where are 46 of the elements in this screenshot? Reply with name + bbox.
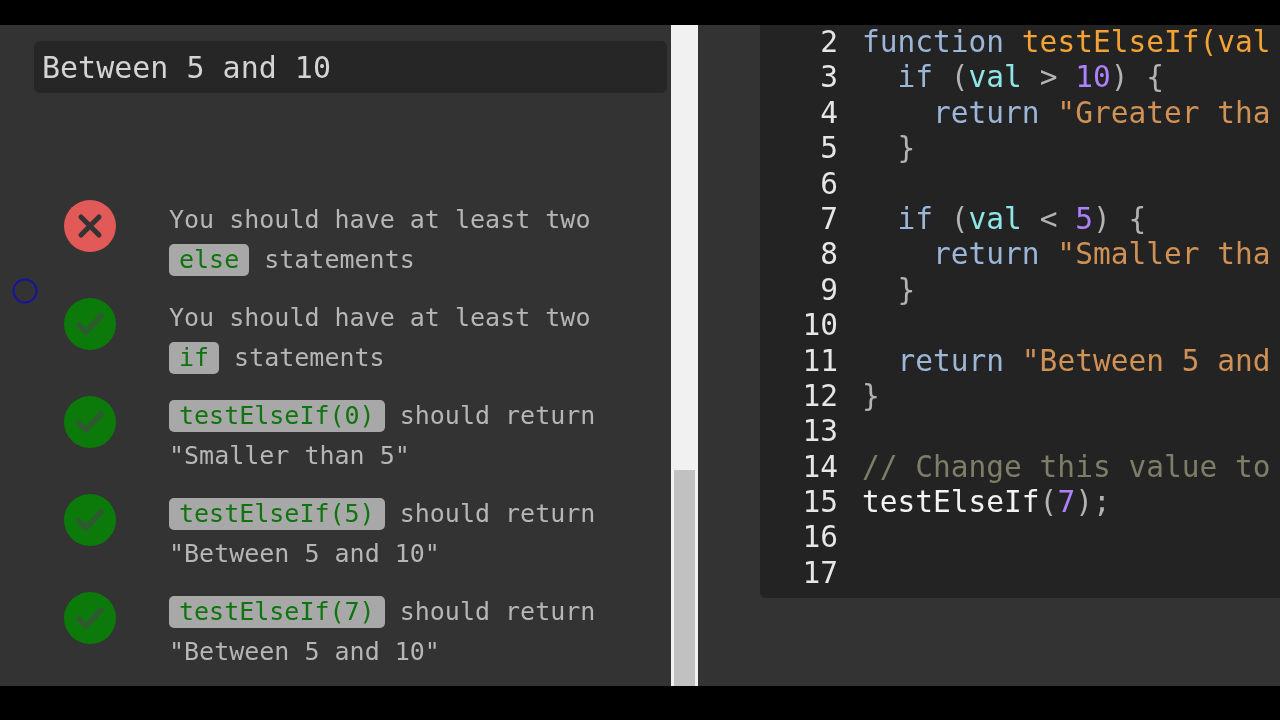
code-line: testElseIf(7); <box>862 485 1111 521</box>
code-line: return "Greater tha <box>933 95 1271 132</box>
test-text: You should have at least two <box>169 204 591 236</box>
code-line: function testElseIf(val <box>862 25 1271 61</box>
line-number: 3 <box>819 60 838 96</box>
test-text: "Between 5 and 10" <box>169 636 440 668</box>
line-number: 14 <box>801 449 838 486</box>
scrollbar-track[interactable] <box>671 25 698 686</box>
console-output: Between 5 and 10 <box>34 41 667 93</box>
code-line: return "Smaller tha <box>933 237 1271 273</box>
line-number: 2 <box>819 25 838 61</box>
test-text: "Smaller than 5" <box>169 440 410 472</box>
code-line: } <box>862 378 880 415</box>
code-snippet: testElseIf(7) <box>169 596 385 628</box>
line-number: 12 <box>801 378 838 415</box>
line-number: 4 <box>819 95 838 132</box>
test-text: You should have at least two <box>169 302 591 334</box>
test-text: statements <box>264 244 415 276</box>
code-snippet: testElseIf(5) <box>169 498 385 530</box>
test-text: "Between 5 and 10" <box>169 538 440 570</box>
test-text: should return <box>399 400 596 432</box>
code-line: return "Between 5 and <box>897 343 1271 379</box>
line-number: 5 <box>819 131 838 167</box>
line-number: 9 <box>819 272 838 309</box>
code-line: // Change this value to <box>862 449 1271 486</box>
code-line: if (val > 10) { <box>897 60 1164 96</box>
line-number: 17 <box>801 555 838 592</box>
line-number: 10 <box>801 308 838 344</box>
code-snippet: testElseIf(0) <box>169 400 385 432</box>
code-snippet: if <box>169 342 220 374</box>
test-text: should return <box>399 498 596 530</box>
line-number: 8 <box>819 237 838 273</box>
code-snippet: else <box>169 244 250 276</box>
line-number: 16 <box>801 520 838 556</box>
line-number: 11 <box>801 343 838 379</box>
line-number: 13 <box>801 414 838 450</box>
test-text: statements <box>234 342 385 374</box>
test-text: should return <box>399 596 596 628</box>
code-line: if (val < 5) { <box>897 201 1147 238</box>
line-number: 7 <box>819 201 838 238</box>
code-line: } <box>897 131 916 167</box>
line-number: 15 <box>801 485 838 521</box>
ring-icon <box>12 278 38 304</box>
line-number: 6 <box>819 166 838 202</box>
scrollbar-thumb[interactable] <box>674 470 695 686</box>
code-line: } <box>897 272 916 309</box>
